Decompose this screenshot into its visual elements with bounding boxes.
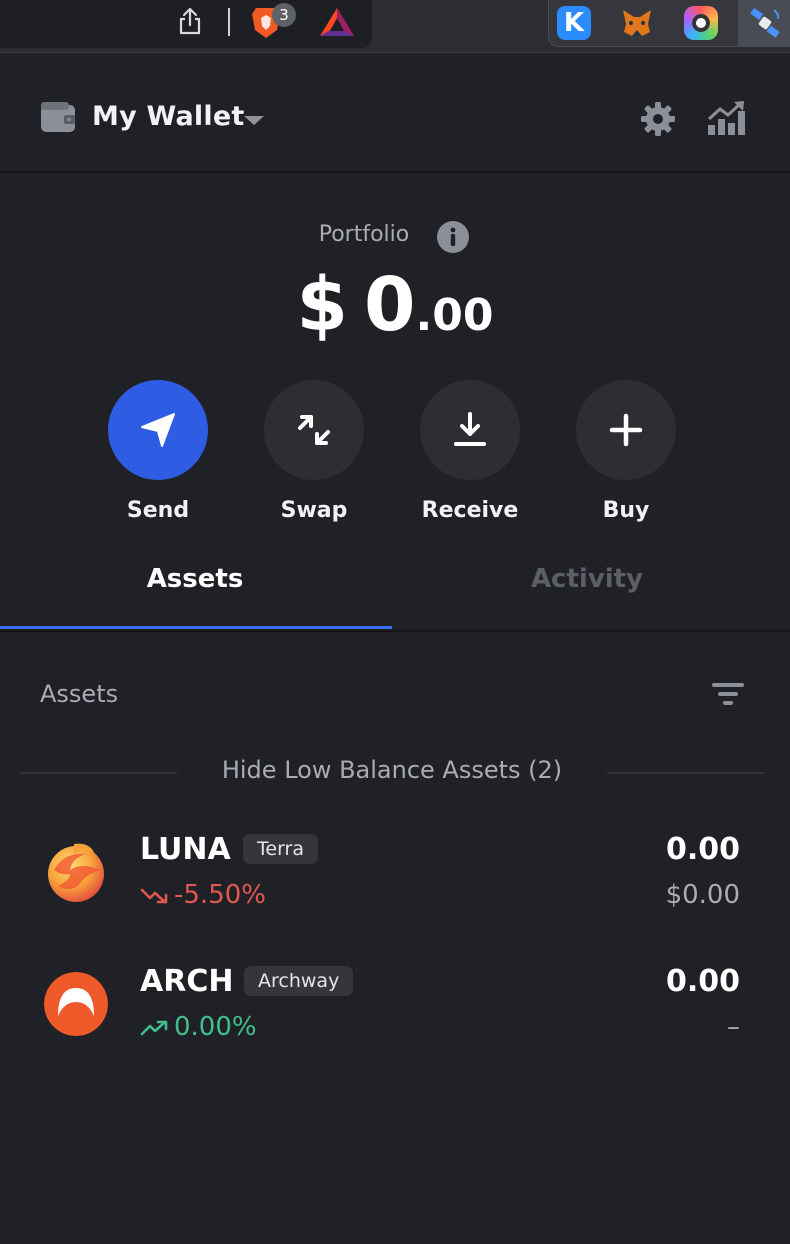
asset-chain-badge: Terra [243, 834, 318, 864]
asset-symbol: ARCH [140, 964, 234, 999]
send-button[interactable]: Send [108, 380, 208, 523]
buy-button-circle[interactable] [576, 380, 676, 480]
asset-fiat-value: $0.00 [665, 880, 740, 910]
asset-symbol: LUNA [140, 832, 231, 867]
analytics-chart-icon[interactable] [706, 99, 746, 137]
receive-button-circle[interactable] [420, 380, 520, 480]
share-icon[interactable] [176, 6, 204, 36]
send-icon [141, 413, 175, 447]
assets-section-title: Assets [40, 680, 119, 708]
info-icon[interactable] [437, 221, 469, 253]
balance-currency: $ [296, 262, 349, 348]
asset-change-value: -5.50% [174, 880, 266, 910]
asset-price-change: 0.00% [140, 1012, 257, 1042]
metamask-fox-icon[interactable] [620, 6, 654, 40]
hide-low-balance-toggle[interactable]: Hide Low Balance Assets (2) [20, 756, 764, 784]
asset-row-arch[interactable]: ARCH Archway 0.00% 0.00 – [0, 956, 790, 1066]
tab-activity[interactable]: Activity [392, 564, 782, 594]
wallet-header: My Wallet [0, 53, 790, 173]
plus-icon [609, 413, 643, 447]
active-tab-indicator [0, 626, 392, 629]
portfolio-label: Portfolio [318, 222, 410, 247]
asset-chain-badge: Archway [244, 966, 354, 996]
balance-integer: 0 [364, 262, 416, 348]
wallet-icon[interactable] [40, 101, 76, 133]
receive-button[interactable]: Receive [420, 380, 520, 523]
asset-fiat-value: – [727, 1012, 740, 1042]
filter-icon[interactable] [712, 682, 744, 708]
divider-right [607, 772, 764, 774]
balance-decimal: .00 [415, 290, 494, 341]
receive-label: Receive [421, 498, 519, 523]
asset-amount: 0.00 [665, 964, 740, 999]
swap-icon [298, 415, 330, 445]
trend-up-icon [140, 1020, 168, 1035]
arch-token-logo [44, 972, 108, 1036]
asset-amount: 0.00 [665, 832, 740, 867]
hide-low-balance-row: Hide Low Balance Assets (2) [20, 756, 764, 790]
asset-row-luna[interactable]: LUNA Terra -5.50% 0.00 $0.00 [0, 824, 790, 934]
tab-assets[interactable]: Assets [0, 564, 390, 594]
gear-icon[interactable] [640, 101, 676, 137]
send-label: Send [126, 498, 190, 523]
portfolio-balance: $0.00 [0, 262, 790, 348]
luna-token-logo [48, 843, 104, 902]
satellite-extension-icon[interactable] [748, 6, 782, 40]
send-button-circle[interactable] [108, 380, 208, 480]
chevron-down-icon[interactable] [244, 116, 264, 125]
download-icon [454, 412, 486, 446]
swap-button[interactable]: Swap [264, 380, 364, 523]
toolbar-separator [228, 8, 230, 36]
bat-rewards-icon[interactable] [318, 6, 356, 38]
camera-extension-icon[interactable] [684, 6, 718, 40]
brave-badge-count: 3 [272, 3, 296, 27]
asset-price-change: -5.50% [140, 880, 266, 910]
buy-button[interactable]: Buy [576, 380, 676, 523]
swap-label: Swap [280, 498, 348, 523]
asset-change-value: 0.00% [174, 1012, 257, 1042]
trend-down-icon [140, 888, 168, 903]
browser-toolbar: 3 K [0, 0, 790, 53]
keplr-extension-icon[interactable]: K [557, 6, 591, 40]
tab-bar: Assets Activity [0, 548, 790, 632]
wallet-name[interactable]: My Wallet [92, 101, 244, 132]
swap-button-circle[interactable] [264, 380, 364, 480]
buy-label: Buy [602, 498, 650, 523]
